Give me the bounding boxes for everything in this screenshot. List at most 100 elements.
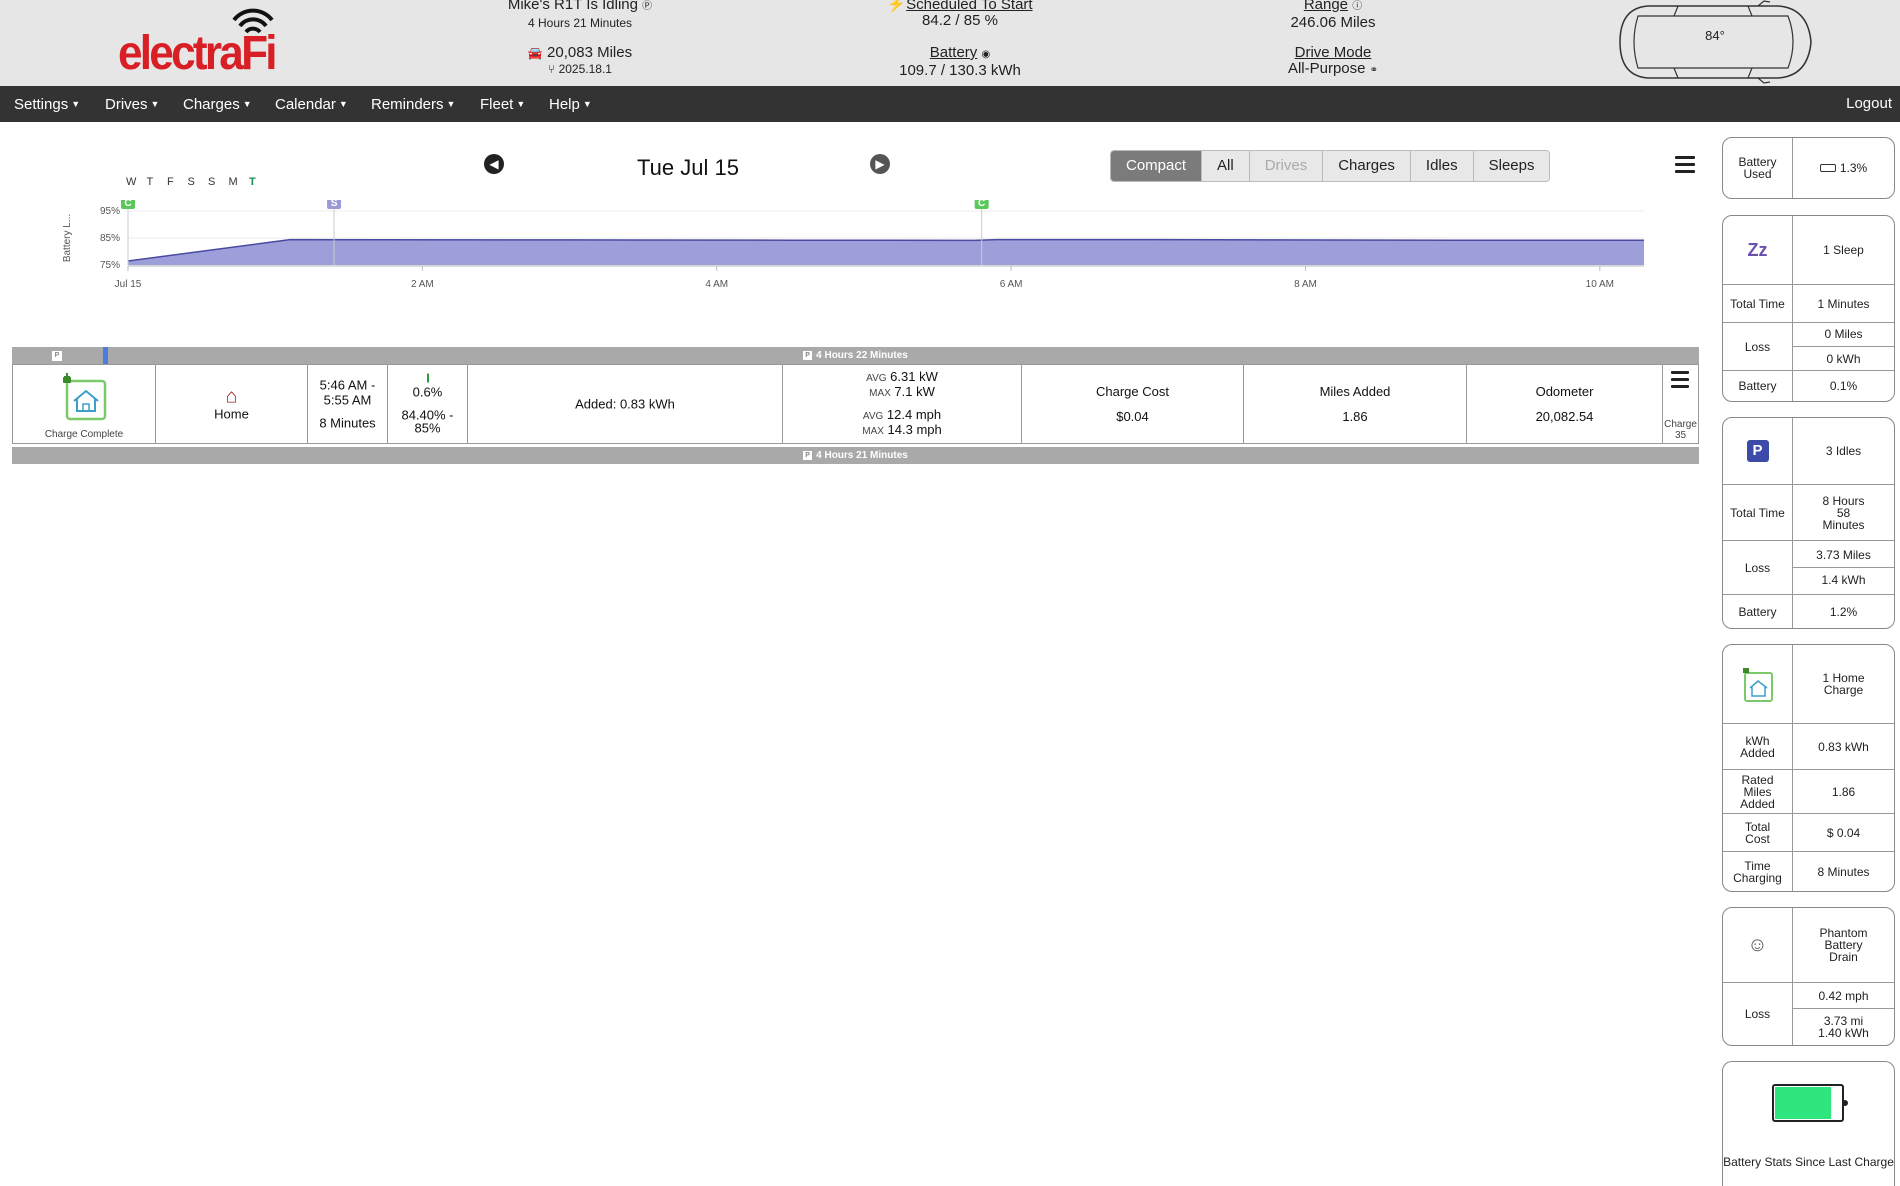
- idle-total-time-label: Total Time: [1723, 485, 1793, 540]
- drive-mode[interactable]: Drive Mode All-Purpose ⚭: [1233, 45, 1433, 79]
- nav-drives[interactable]: Drives ▼: [105, 86, 159, 122]
- energy-added: Added: 0.83 kWh: [575, 396, 675, 412]
- filter-all[interactable]: All: [1202, 151, 1250, 181]
- weekday-thu[interactable]: T: [147, 176, 168, 188]
- battery-level-chart: 75% 85% 95% Battery L... Jul 15 2 AM 4 AM 6 AM 8…: [62, 200, 1644, 290]
- weekday-tue-today[interactable]: T: [249, 176, 270, 188]
- location-name: Home: [214, 406, 249, 422]
- battery-stats-label: Battery Stats Since Last Charge: [1723, 1155, 1894, 1169]
- next-day-arrow-icon[interactable]: ▶: [870, 154, 890, 174]
- location-cell[interactable]: ⌂ Home: [156, 365, 308, 443]
- range-summary[interactable]: Range ⓘ 246.06 Miles: [1233, 0, 1433, 31]
- previous-day-arrow-icon[interactable]: ◀: [484, 154, 504, 174]
- chart-marker-label: C: [124, 200, 131, 209]
- rated-miles-label: Rated Miles Added: [1723, 770, 1793, 813]
- week-strip: WTFSSMT: [126, 176, 270, 188]
- weekday-fri[interactable]: F: [167, 176, 188, 188]
- nav-settings[interactable]: Settings ▼: [14, 86, 80, 122]
- avg-power: 6.31 kW: [890, 369, 938, 384]
- battery-charge-icon: [1772, 1084, 1848, 1122]
- app-header: electraFi Mike's R1T Is Idling Ⓟ 4 Hours…: [0, 0, 1900, 86]
- time-charging-label: Time Charging: [1723, 852, 1793, 891]
- weekday-sat[interactable]: S: [188, 176, 209, 188]
- parked-icon: P: [803, 451, 813, 460]
- max-speed: 14.3 mph: [887, 422, 942, 437]
- total-cost-label: Total Cost: [1723, 814, 1793, 851]
- filter-charges[interactable]: Charges: [1323, 151, 1411, 181]
- drive-mode-label[interactable]: Drive Mode: [1233, 45, 1433, 61]
- idle-loss-miles: 3.73 Miles: [1816, 548, 1871, 562]
- battery-used-value: 1.3%: [1839, 161, 1868, 175]
- caret-down-icon: ▼: [446, 99, 456, 109]
- charge-event-row[interactable]: Charge Complete ⌂ Home 5:46 AM - 5:55 AM…: [12, 364, 1699, 444]
- battery-used-label: Battery Used: [1723, 138, 1793, 198]
- rated-miles-value: 1.86: [1831, 784, 1856, 799]
- miles-added-value: 1.86: [1342, 409, 1368, 424]
- range-label[interactable]: Range: [1304, 0, 1348, 13]
- phantom-drain-card: ☺ Phantom Battery Drain Loss 0.42 mph 3.…: [1722, 907, 1895, 1046]
- cabin-temperature: 84°: [1705, 28, 1725, 43]
- drive-mode-value: All-Purpose: [1287, 60, 1366, 77]
- battery-stats-card[interactable]: Battery Stats Since Last Charge: [1722, 1061, 1895, 1186]
- idle-battery-label: Battery: [1723, 595, 1793, 628]
- idle-title: 3 Idles: [1825, 444, 1862, 458]
- sleep-total-time-label: Total Time: [1723, 285, 1793, 322]
- nav-charges[interactable]: Charges ▼: [183, 86, 252, 122]
- wifi-icon: [232, 8, 274, 34]
- chart-y-tick: 75%: [100, 260, 120, 271]
- logout-link[interactable]: Logout: [1846, 86, 1892, 122]
- kwh-added-value: 0.83 kWh: [1818, 739, 1869, 754]
- time-start: 5:46 AM -: [319, 377, 376, 393]
- percent-cell: 0.6% 84.40% - 85%: [388, 365, 468, 443]
- weekday-mon[interactable]: M: [229, 176, 250, 188]
- idle-strip-bottom[interactable]: P4 Hours 21 Minutes: [12, 447, 1699, 464]
- chart-y-tick: 95%: [100, 206, 120, 217]
- chart-x-tick: 2 AM: [411, 279, 434, 290]
- vehicle-status: Mike's R1T Is Idling Ⓟ 4 Hours 21 Minute…: [470, 0, 690, 31]
- idle-loss-kwh: 1.4 kWh: [1793, 567, 1894, 592]
- percent-added: 0.6%: [412, 384, 443, 400]
- power-speed-cell: AVG 6.31 kW MAX 7.1 kW AVG 12.4 mph MAX …: [783, 365, 1022, 443]
- nav-calendar[interactable]: Calendar ▼: [275, 86, 348, 122]
- battery-summary[interactable]: Battery ◉ 109.7 / 130.3 kWh: [860, 45, 1060, 79]
- electrafi-logo[interactable]: electraFi: [118, 8, 278, 80]
- sleep-total-time-value: 1 Minutes: [1817, 296, 1870, 311]
- nav-help[interactable]: Help ▼: [549, 86, 592, 122]
- charge-cost-value: $0.04: [1116, 409, 1149, 424]
- charge-schedule[interactable]: ⚡Scheduled To Start 84.2 / 85 %: [860, 0, 1060, 29]
- max-power: 7.1 kW: [894, 384, 935, 399]
- home-charge-summary-card: 1 Home Charge kWh Added 0.83 kWh Rated M…: [1722, 644, 1895, 892]
- range-value: 246.06 Miles: [1290, 14, 1376, 31]
- sleep-loss-kwh: 0 kWh: [1793, 346, 1894, 371]
- sleep-loss-label: Loss: [1723, 323, 1793, 370]
- idle-duration: 4 Hours 21 Minutes: [527, 16, 633, 30]
- caret-down-icon: ▼: [71, 99, 81, 109]
- charge-menu-cell[interactable]: Charge 35: [1663, 365, 1698, 443]
- odometer-cell: Odometer 20,082.54: [1467, 365, 1663, 443]
- parked-icon: Ⓟ: [642, 1, 653, 12]
- phantom-loss-label: Loss: [1723, 983, 1793, 1045]
- weekday-sun[interactable]: S: [208, 176, 229, 188]
- sleep-loss-miles: 0 Miles: [1824, 327, 1863, 341]
- chart-x-tick: 4 AM: [705, 279, 728, 290]
- caret-down-icon: ▼: [516, 99, 526, 109]
- filter-compact[interactable]: Compact: [1111, 151, 1203, 181]
- filter-sleeps[interactable]: Sleeps: [1473, 151, 1550, 181]
- nav-reminders[interactable]: Reminders ▼: [371, 86, 455, 122]
- chart-y-tick: 85%: [100, 233, 120, 244]
- filter-drives[interactable]: Drives: [1249, 151, 1324, 181]
- charge-status-text: Charge Complete: [44, 429, 124, 440]
- weekday-wed[interactable]: W: [126, 176, 147, 188]
- battery-label[interactable]: Battery: [930, 44, 978, 61]
- timeline-position-marker: [103, 347, 108, 364]
- idle-strip-top[interactable]: P P4 Hours 22 Minutes: [12, 347, 1699, 364]
- charge-menu-label: Charge: [1664, 419, 1697, 430]
- day-menu-hamburger-icon[interactable]: [1675, 156, 1695, 177]
- phantom-kwh: 1.40 kWh: [1818, 1025, 1869, 1040]
- idle-duration-bottom: 4 Hours 21 Minutes: [816, 450, 908, 461]
- view-filter-group: Compact All Drives Charges Idles Sleeps: [1110, 150, 1551, 182]
- nav-fleet[interactable]: Fleet ▼: [480, 86, 525, 122]
- binoculars-icon: ⚭: [1369, 65, 1379, 76]
- charge-menu-hamburger-icon[interactable]: [1671, 371, 1689, 392]
- filter-idles[interactable]: Idles: [1410, 151, 1474, 181]
